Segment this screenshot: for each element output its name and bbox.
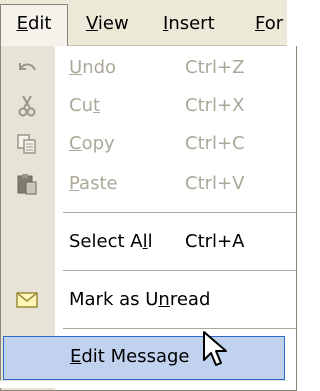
menu-view[interactable]: View [86, 9, 129, 39]
menu-item-paste[interactable]: Paste Ctrl+V [1, 162, 288, 206]
menu-view-mnemonic: V [86, 13, 98, 34]
paste-icon [15, 173, 39, 195]
menu-separator [63, 270, 296, 271]
menu-format-mnemonic: F [255, 13, 265, 34]
menu-item-copy-label: Copy [69, 133, 115, 154]
menu-item-edit-message[interactable]: Edit Message [3, 336, 285, 380]
menu-bar: Edit View Insert For [0, 0, 287, 46]
menu-item-mark-as-unread[interactable]: Mark as Unread [1, 278, 288, 322]
undo-icon [15, 57, 39, 79]
menu-item-undo-label: Undo [69, 57, 117, 78]
copy-icon [15, 133, 39, 155]
edit-dropdown-menu: Undo Ctrl+Z Cut Ctrl+X Copy Ctrl+C Paste… [0, 46, 297, 391]
menu-view-label: iew [97, 13, 129, 34]
menu-item-paste-label: Paste [69, 173, 118, 194]
menu-format-label: or [264, 13, 284, 34]
envelope-icon [15, 289, 39, 311]
cut-icon [15, 95, 39, 117]
menu-separator [63, 328, 296, 329]
menu-item-select-all-label: Select All [69, 231, 153, 252]
menu-item-paste-shortcut: Ctrl+V [185, 173, 245, 194]
menu-item-copy[interactable]: Copy Ctrl+C [1, 122, 288, 166]
menu-item-cut-label: Cut [69, 95, 101, 116]
menu-edit[interactable]: Edit [0, 4, 68, 46]
menu-edit-mnemonic: E [16, 13, 28, 34]
menu-item-mark-as-unread-label: Mark as Unread [69, 289, 211, 310]
mouse-pointer-icon [203, 331, 227, 366]
menu-separator [63, 212, 296, 213]
menu-insert[interactable]: Insert [163, 9, 215, 39]
menu-item-undo-shortcut: Ctrl+Z [185, 57, 245, 78]
menu-item-edit-message-label: Edit Message [70, 346, 190, 367]
menu-edit-label: dit [27, 13, 52, 34]
menu-item-select-all-shortcut: Ctrl+A [185, 231, 245, 252]
menu-insert-label: nsert [168, 13, 215, 34]
menu-item-select-all[interactable]: Select All Ctrl+A [1, 220, 288, 264]
menu-format[interactable]: For [255, 9, 283, 39]
menu-item-cut-shortcut: Ctrl+X [185, 95, 245, 116]
menu-item-copy-shortcut: Ctrl+C [185, 133, 245, 154]
